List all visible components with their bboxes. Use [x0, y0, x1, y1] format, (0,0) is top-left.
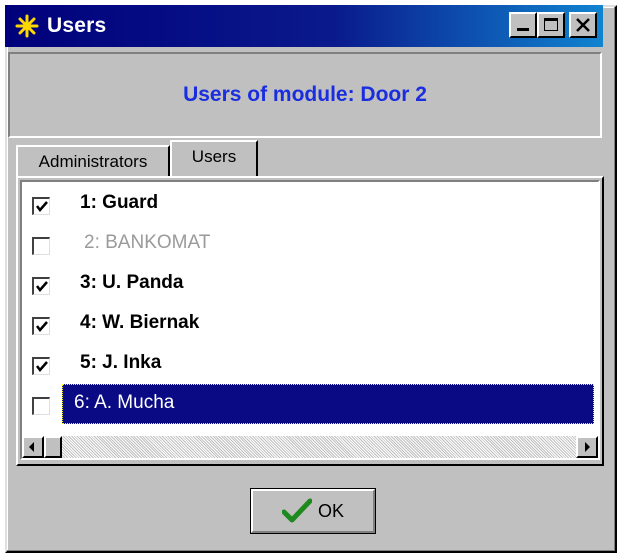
user-label: 3: U. Panda	[80, 272, 184, 293]
maximize-button[interactable]	[537, 12, 565, 38]
close-button[interactable]	[569, 12, 597, 38]
list-item[interactable]: 1: Guard	[22, 184, 598, 224]
user-label: 1: Guard	[80, 192, 159, 213]
horizontal-scrollbar[interactable]	[22, 436, 598, 458]
module-heading: Users of module: Door 2	[183, 83, 427, 106]
users-checklist[interactable]: 1: Guard 2: BANKOMAT 3: U. Panda 4: W. B…	[20, 180, 600, 460]
user-checkbox[interactable]	[32, 277, 50, 295]
tab-administrators[interactable]: Administrators	[16, 145, 170, 176]
user-label: 5: J. Inka	[80, 352, 162, 373]
user-checkbox[interactable]	[32, 357, 50, 375]
user-checkbox[interactable]	[32, 397, 50, 415]
scroll-left-button[interactable]	[22, 436, 44, 458]
checkmark-icon	[36, 361, 48, 372]
checkmark-icon	[36, 321, 48, 332]
title-bar[interactable]: Users	[5, 5, 603, 47]
arrow-left-icon	[29, 442, 34, 452]
user-checkbox[interactable]	[32, 317, 50, 335]
user-checkbox[interactable]	[32, 237, 50, 255]
list-item[interactable]: 5: J. Inka	[22, 344, 598, 384]
checkmark-icon	[36, 281, 48, 292]
header-panel: Users of module: Door 2	[8, 52, 602, 138]
list-item[interactable]: 3: U. Panda	[22, 264, 598, 304]
user-label: 6: A. Mucha	[74, 392, 175, 413]
scroll-thumb[interactable]	[44, 436, 62, 458]
asterisk-icon	[13, 12, 41, 40]
list-item-selected[interactable]: 6: A. Mucha	[22, 384, 598, 424]
ok-label: OK	[317, 500, 344, 521]
checkmark-icon	[281, 498, 312, 523]
list-item[interactable]: 4: W. Biernak	[22, 304, 598, 344]
minimize-button[interactable]	[509, 12, 537, 38]
list-item[interactable]: 2: BANKOMAT	[22, 224, 598, 264]
window-title: Users	[47, 14, 107, 37]
user-checkbox[interactable]	[32, 197, 50, 215]
user-label: 4: W. Biernak	[80, 312, 200, 333]
tab-users[interactable]: Users	[170, 140, 258, 176]
scroll-right-button[interactable]	[576, 436, 598, 458]
close-icon	[576, 18, 590, 32]
checkmark-icon	[36, 201, 48, 212]
ok-button[interactable]: OK	[250, 488, 376, 534]
user-label: 2: BANKOMAT	[84, 232, 211, 253]
arrow-right-icon	[585, 442, 590, 452]
